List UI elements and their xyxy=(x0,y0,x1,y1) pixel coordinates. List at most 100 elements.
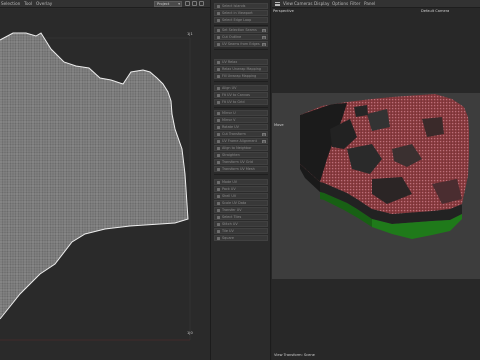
tool-scale-uv-data[interactable]: Scale UV Data xyxy=(214,200,268,206)
tool-tile-uv[interactable]: Tile UV xyxy=(214,228,268,234)
uv-tools-panel: Select Islands Select in Viewport Select… xyxy=(210,0,271,360)
menu-options[interactable]: Options xyxy=(332,1,348,6)
tool-select-tiles[interactable]: Select Tiles xyxy=(214,214,268,220)
tool-select-edge-loop[interactable]: Select Edge Loop xyxy=(214,17,268,23)
tool-label: Straighten xyxy=(222,153,240,157)
settings-icon[interactable] xyxy=(199,1,204,6)
option-checkbox[interactable] xyxy=(262,28,266,32)
tool-select-in-viewport[interactable]: Select in Viewport xyxy=(214,10,268,16)
tool-rotate-uv[interactable]: Rotate UV xyxy=(214,124,268,130)
tool-mode-uv[interactable]: Mode UV xyxy=(214,179,268,185)
tools-divider xyxy=(214,49,268,50)
menu-view[interactable]: View xyxy=(283,1,293,6)
tool-label: Align UV xyxy=(222,86,237,90)
city-top-surface xyxy=(300,94,469,214)
viewport-menubar: View Cameras Display Options Filter Pane… xyxy=(272,0,480,8)
tool-label: UV Relax xyxy=(222,60,238,64)
tool-label: Transfer UV xyxy=(222,208,242,212)
tool-label: Pack UV xyxy=(222,187,236,191)
tool-label: Shell UV xyxy=(222,194,237,198)
tool-label: Select Islands xyxy=(222,4,246,8)
uv-corner-label-bottom: 1|0 xyxy=(187,331,193,335)
tool-label: Mode UV xyxy=(222,180,238,184)
tool-cut-transform[interactable]: Cut Transform xyxy=(214,131,268,137)
tools-divider xyxy=(214,25,268,26)
tool-select-islands[interactable]: Select Islands xyxy=(214,3,268,9)
tool-uv-frame-alignment[interactable]: UV Frame Alignment xyxy=(214,138,268,144)
uv-corner-label-top: 1|1 xyxy=(187,32,193,36)
tool-label: Align to Neighbor xyxy=(222,146,252,150)
uv-canvas-drawing xyxy=(0,9,210,360)
tool-label: Transform UV Grid xyxy=(222,160,253,164)
tool-relax-unwrap-mapping[interactable]: Relax Unwrap Mapping xyxy=(214,66,268,72)
menu-cameras[interactable]: Cameras xyxy=(294,1,313,6)
tool-align-to-neighbor[interactable]: Align to Neighbor xyxy=(214,145,268,151)
menu-panel[interactable]: Panel xyxy=(364,1,375,6)
tool-fit-uv-grid[interactable]: Fit UV to Grid xyxy=(214,99,268,105)
tool-label: Select Tiles xyxy=(222,215,242,219)
menu-display[interactable]: Display xyxy=(314,1,329,6)
uv-menubar: Selection Tool Overlay Project ▾ xyxy=(0,0,210,8)
tools-divider xyxy=(214,107,268,108)
tool-label: Relax Unwrap Mapping xyxy=(222,67,262,71)
hamburger-menu-icon[interactable] xyxy=(275,2,280,6)
viewport-panel: View Cameras Display Options Filter Pane… xyxy=(272,0,480,360)
tool-label: Cut Outline xyxy=(222,35,242,39)
tool-label: Mirror V xyxy=(222,118,236,122)
tool-transform-uv-grid[interactable]: Transform UV Grid xyxy=(214,159,268,165)
tools-divider xyxy=(214,174,268,175)
move-tool-icon[interactable] xyxy=(185,1,190,6)
tool-label: Tile UV xyxy=(222,229,234,233)
tool-label: Fit UV to Grid xyxy=(222,100,245,104)
option-checkbox[interactable] xyxy=(262,139,266,143)
tool-label: Fit UV to Canvas xyxy=(222,93,250,97)
tool-stitch-uv[interactable]: Stitch UV xyxy=(214,221,268,227)
tool-label: Transform UV Mesh xyxy=(222,167,255,171)
tool-uv-seams-from-edges[interactable]: UV Seams from Edges xyxy=(214,41,268,47)
tool-cut-outline[interactable]: Cut Outline xyxy=(214,34,268,40)
chevron-down-icon: ▾ xyxy=(178,2,180,6)
tool-label: Fill Unwrap Mapping xyxy=(222,74,257,78)
uv-editor-panel: Selection Tool Overlay Project ▾ 1|1 1|0 xyxy=(0,0,210,360)
tool-label: Stitch UV xyxy=(222,222,238,226)
menu-filter[interactable]: Filter xyxy=(350,1,360,6)
option-checkbox[interactable] xyxy=(262,35,266,39)
projection-dropdown[interactable]: Project ▾ xyxy=(154,1,182,7)
viewport-canvas[interactable]: Perspective Default Camera Move View Tra… xyxy=(272,9,480,360)
tool-label: Mirror U xyxy=(222,111,236,115)
scale-tool-icon[interactable] xyxy=(192,1,197,6)
tool-align-uv[interactable]: Align UV xyxy=(214,85,268,91)
tool-label: Rotate UV xyxy=(222,125,239,129)
projection-dropdown-value: Project xyxy=(157,2,170,6)
tool-mirror-u[interactable]: Mirror U xyxy=(214,110,268,116)
tool-transform-uv-mesh[interactable]: Transform UV Mesh xyxy=(214,166,268,172)
tool-pack-uv[interactable]: Pack UV xyxy=(214,186,268,192)
option-checkbox[interactable] xyxy=(262,132,266,136)
active-camera-label[interactable]: Default Camera xyxy=(421,9,449,13)
tool-square[interactable]: Square xyxy=(214,235,268,241)
uv-canvas[interactable]: 1|1 1|0 xyxy=(0,9,210,360)
camera-mode-label: Perspective xyxy=(273,9,294,13)
tool-label: Cut Transform xyxy=(222,132,246,136)
tool-set-selection-seams[interactable]: Set Selection Seams xyxy=(214,27,268,33)
tool-shell-uv[interactable]: Shell UV xyxy=(214,193,268,199)
tool-label: Square xyxy=(222,236,234,240)
menu-overlay[interactable]: Overlay xyxy=(36,1,52,6)
menu-selection[interactable]: Selection xyxy=(1,1,20,6)
tool-label: UV Seams from Edges xyxy=(222,42,260,46)
tool-uv-relax[interactable]: UV Relax xyxy=(214,59,268,65)
tool-fill-unwrap-mapping[interactable]: Fill Unwrap Mapping xyxy=(214,73,268,79)
tool-transfer-uv[interactable]: Transfer UV xyxy=(214,207,268,213)
tool-mirror-v[interactable]: Mirror V xyxy=(214,117,268,123)
tool-fit-uv-canvas[interactable]: Fit UV to Canvas xyxy=(214,92,268,98)
tool-label: Scale UV Data xyxy=(222,201,247,205)
tool-straighten[interactable]: Straighten xyxy=(214,152,268,158)
tools-divider xyxy=(214,81,268,82)
axis-label: Move xyxy=(274,123,284,127)
tool-label: Select in Viewport xyxy=(222,11,253,15)
menu-tool[interactable]: Tool xyxy=(24,1,32,6)
tool-label: Set Selection Seams xyxy=(222,28,257,32)
tool-label: Select Edge Loop xyxy=(222,18,252,22)
city-terrain-model[interactable] xyxy=(272,9,480,360)
option-checkbox[interactable] xyxy=(262,42,266,46)
